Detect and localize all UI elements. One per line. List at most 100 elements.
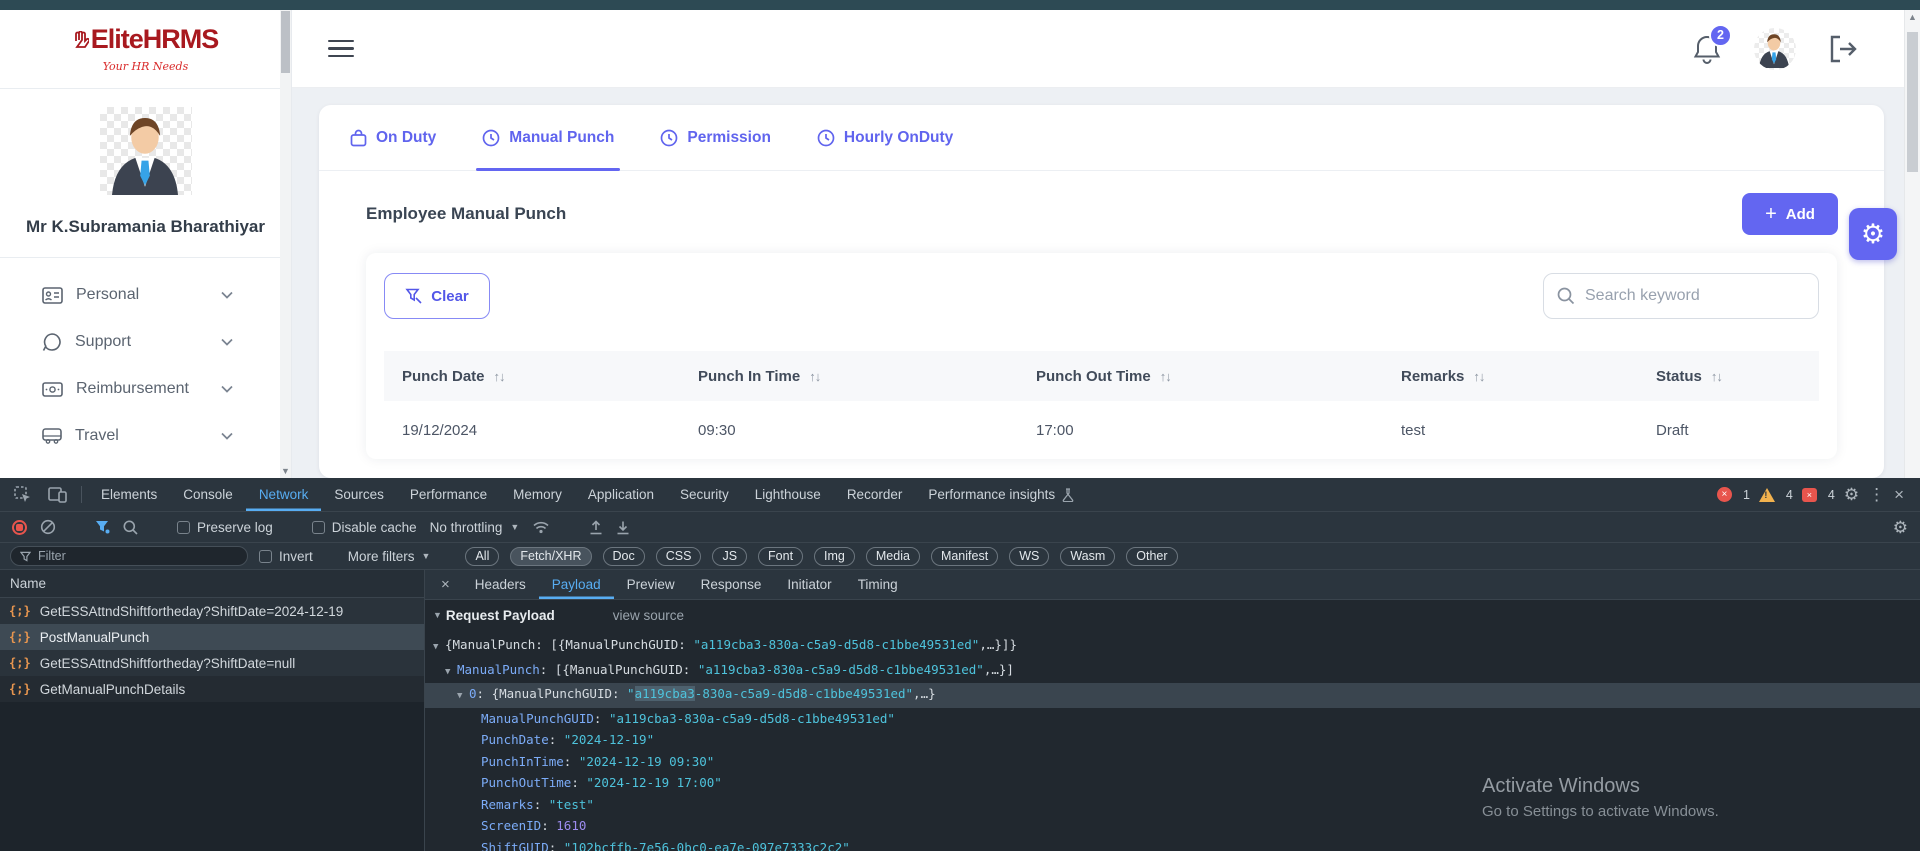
import-har-icon[interactable] <box>616 520 630 535</box>
filter-chip-fetch-xhr[interactable]: Fetch/XHR <box>510 547 591 566</box>
issues-icon[interactable]: × <box>1802 488 1817 502</box>
filter-chip-css[interactable]: CSS <box>656 547 702 566</box>
devtools-tab-lighthouse[interactable]: Lighthouse <box>742 478 834 511</box>
more-filters-dropdown[interactable]: More filters ▼ <box>348 549 431 564</box>
throttling-value: No throttling <box>430 520 503 535</box>
scrollbar-thumb[interactable] <box>281 11 290 73</box>
sidebar-scrollbar[interactable]: ▼ <box>280 10 291 478</box>
filter-toggle-icon[interactable] <box>95 520 110 534</box>
detail-tab-timing[interactable]: Timing <box>845 570 911 599</box>
scrollbar-thumb[interactable] <box>1907 32 1918 172</box>
request-list-name-header[interactable]: Name <box>0 570 424 598</box>
network-search-icon[interactable] <box>123 520 138 535</box>
settings-fab-button[interactable]: ⚙ <box>1849 208 1897 260</box>
inspect-element-icon[interactable] <box>6 478 40 511</box>
devtools-tab-recorder[interactable]: Recorder <box>834 478 916 511</box>
preserve-log-checkbox[interactable]: Preserve log <box>177 520 273 535</box>
scroll-up-arrow-icon[interactable]: ▲ <box>1905 12 1920 22</box>
detail-tab-preview[interactable]: Preview <box>614 570 688 599</box>
devtools-tab-performance-insights[interactable]: Performance insights <box>915 478 1087 511</box>
column-header[interactable]: Punch Out Time <box>1036 368 1151 385</box>
notifications-button[interactable]: 2 <box>1692 33 1722 65</box>
filter-chip-font[interactable]: Font <box>758 547 803 566</box>
payload-row-punchintime[interactable]: PunchInTime: "2024-12-19 09:30" <box>425 751 1920 773</box>
devtools-tab-elements[interactable]: Elements <box>88 478 170 511</box>
search-input[interactable] <box>1585 287 1805 305</box>
filter-chip-media[interactable]: Media <box>866 547 920 566</box>
filter-chip-ws[interactable]: WS <box>1009 547 1049 566</box>
request-row[interactable]: {;} GetManualPunchDetails <box>0 676 424 702</box>
payload-row-shiftguid[interactable]: ShiftGUID: "102bcffb-7e56-0bc0-ea7e-097e… <box>425 837 1920 851</box>
detail-tab-initiator[interactable]: Initiator <box>774 570 844 599</box>
record-network-log-button[interactable] <box>12 520 27 535</box>
filter-chip-doc[interactable]: Doc <box>603 547 645 566</box>
collapse-triangle-icon[interactable]: ▼ <box>433 610 442 620</box>
detail-tab-response[interactable]: Response <box>688 570 775 599</box>
filter-chip-all[interactable]: All <box>465 547 499 566</box>
tab-permission[interactable]: Permission <box>660 105 771 170</box>
column-header[interactable]: Remarks <box>1401 368 1464 385</box>
devtools-settings-gear-icon[interactable]: ⚙ <box>1844 486 1859 503</box>
add-button[interactable]: + Add <box>1742 193 1838 235</box>
devtools-tab-performance[interactable]: Performance <box>397 478 500 511</box>
sidebar-item-travel[interactable]: Travel <box>42 421 233 451</box>
clear-filter-button[interactable]: Clear <box>384 273 490 319</box>
sidebar-item-reimbursement[interactable]: Reimbursement <box>42 374 233 404</box>
scroll-down-arrow-icon[interactable]: ▼ <box>280 466 291 476</box>
devtools-tab-security[interactable]: Security <box>667 478 742 511</box>
request-row[interactable]: {;} GetESSAttndShiftfortheday?ShiftDate=… <box>0 598 424 624</box>
sort-icon[interactable]: ↑↓ <box>1473 369 1484 384</box>
network-settings-gear-icon[interactable]: ⚙ <box>1893 519 1908 536</box>
tab-manual-punch[interactable]: Manual Punch <box>482 105 614 170</box>
filter-chip-img[interactable]: Img <box>814 547 855 566</box>
sort-icon[interactable]: ↑↓ <box>1711 369 1722 384</box>
devtools-tab-application[interactable]: Application <box>575 478 667 511</box>
column-header[interactable]: Status <box>1656 368 1702 385</box>
sort-icon[interactable]: ↑↓ <box>1160 369 1171 384</box>
network-filter-input[interactable] <box>38 549 238 563</box>
filter-chip-wasm[interactable]: Wasm <box>1060 547 1115 566</box>
sort-icon[interactable]: ↑↓ <box>809 369 820 384</box>
devtools-close-icon[interactable]: × <box>1894 486 1904 503</box>
filter-chip-other[interactable]: Other <box>1126 547 1177 566</box>
disable-cache-checkbox[interactable]: Disable cache <box>312 520 417 535</box>
request-row-selected[interactable]: {;} PostManualPunch <box>0 624 424 650</box>
devtools-tab-sources[interactable]: Sources <box>321 478 397 511</box>
sidebar-item-personal[interactable]: Personal <box>42 280 233 310</box>
payload-row-manualpunch[interactable]: ▼ManualPunch: [{ManualPunchGUID: "a119cb… <box>425 659 1920 684</box>
invert-checkbox[interactable]: Invert <box>259 549 313 564</box>
console-error-icon[interactable]: × <box>1717 487 1732 502</box>
sort-icon[interactable]: ↑↓ <box>494 369 505 384</box>
logout-button[interactable] <box>1828 35 1858 63</box>
view-source-link[interactable]: view source <box>613 608 684 623</box>
column-header[interactable]: Punch Date <box>402 368 485 385</box>
filter-chip-js[interactable]: JS <box>712 547 747 566</box>
devtools-tab-memory[interactable]: Memory <box>500 478 575 511</box>
devtools-tab-console[interactable]: Console <box>170 478 246 511</box>
payload-row-root[interactable]: ▼{ManualPunch: [{ManualPunchGUID: "a119c… <box>425 634 1920 659</box>
page-scrollbar[interactable]: ▲ <box>1904 10 1920 478</box>
clear-network-log-icon[interactable] <box>40 519 56 535</box>
payload-row-index-0[interactable]: ▼0: {ManualPunchGUID: "a119cba3-830a-c5a… <box>425 683 1920 708</box>
close-details-icon[interactable]: × <box>429 570 462 599</box>
column-header[interactable]: Punch In Time <box>698 368 800 385</box>
throttling-dropdown[interactable]: No throttling ▼ <box>430 520 520 535</box>
devtools-more-menu-icon[interactable]: ⋮ <box>1868 486 1885 503</box>
filter-chip-manifest[interactable]: Manifest <box>931 547 998 566</box>
devtools-tab-network[interactable]: Network <box>246 478 322 511</box>
sidebar-item-support[interactable]: Support <box>42 327 233 357</box>
profile-avatar[interactable] <box>1754 28 1796 70</box>
tab-hourly-onduty[interactable]: Hourly OnDuty <box>817 105 953 170</box>
table-row[interactable]: 19/12/2024 09:30 17:00 test Draft <box>384 401 1819 459</box>
hamburger-menu-icon[interactable] <box>328 35 354 63</box>
request-row[interactable]: {;} GetESSAttndShiftfortheday?ShiftDate=… <box>0 650 424 676</box>
network-conditions-icon[interactable] <box>532 520 550 534</box>
tab-on-duty[interactable]: On Duty <box>350 105 436 170</box>
payload-row-punchdate[interactable]: PunchDate: "2024-12-19" <box>425 729 1920 751</box>
payload-row-manualpunchguid[interactable]: ManualPunchGUID: "a119cba3-830a-c5a9-d5d… <box>425 708 1920 730</box>
detail-tab-headers[interactable]: Headers <box>462 570 539 599</box>
detail-tab-payload[interactable]: Payload <box>539 570 614 599</box>
device-toolbar-icon[interactable] <box>40 478 75 511</box>
export-har-icon[interactable] <box>589 520 603 535</box>
console-warning-icon[interactable] <box>1759 488 1775 502</box>
